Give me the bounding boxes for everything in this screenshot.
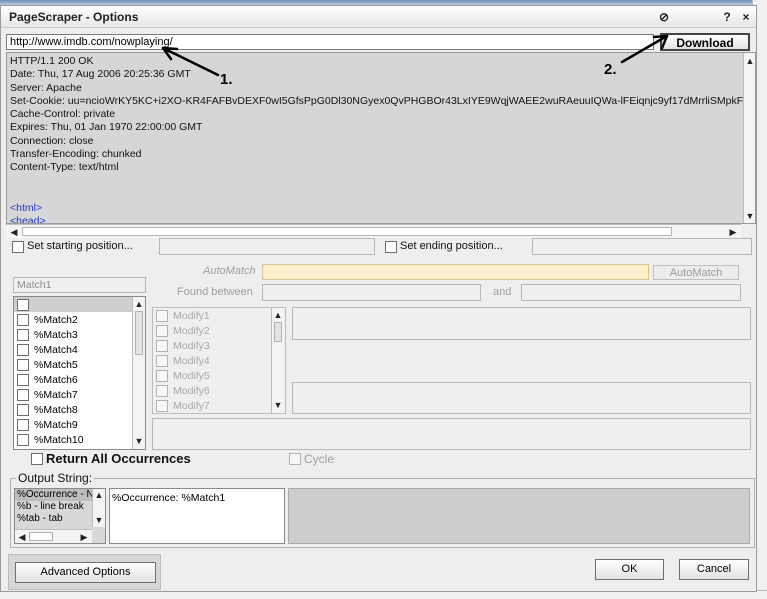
annotation-label-2: 2. <box>604 61 617 78</box>
annotation-arrow-1 <box>161 46 220 77</box>
annotation-overlay <box>161 34 669 77</box>
annotation-arrow-2 <box>620 34 669 64</box>
annotation-label-1: 1. <box>220 71 233 88</box>
